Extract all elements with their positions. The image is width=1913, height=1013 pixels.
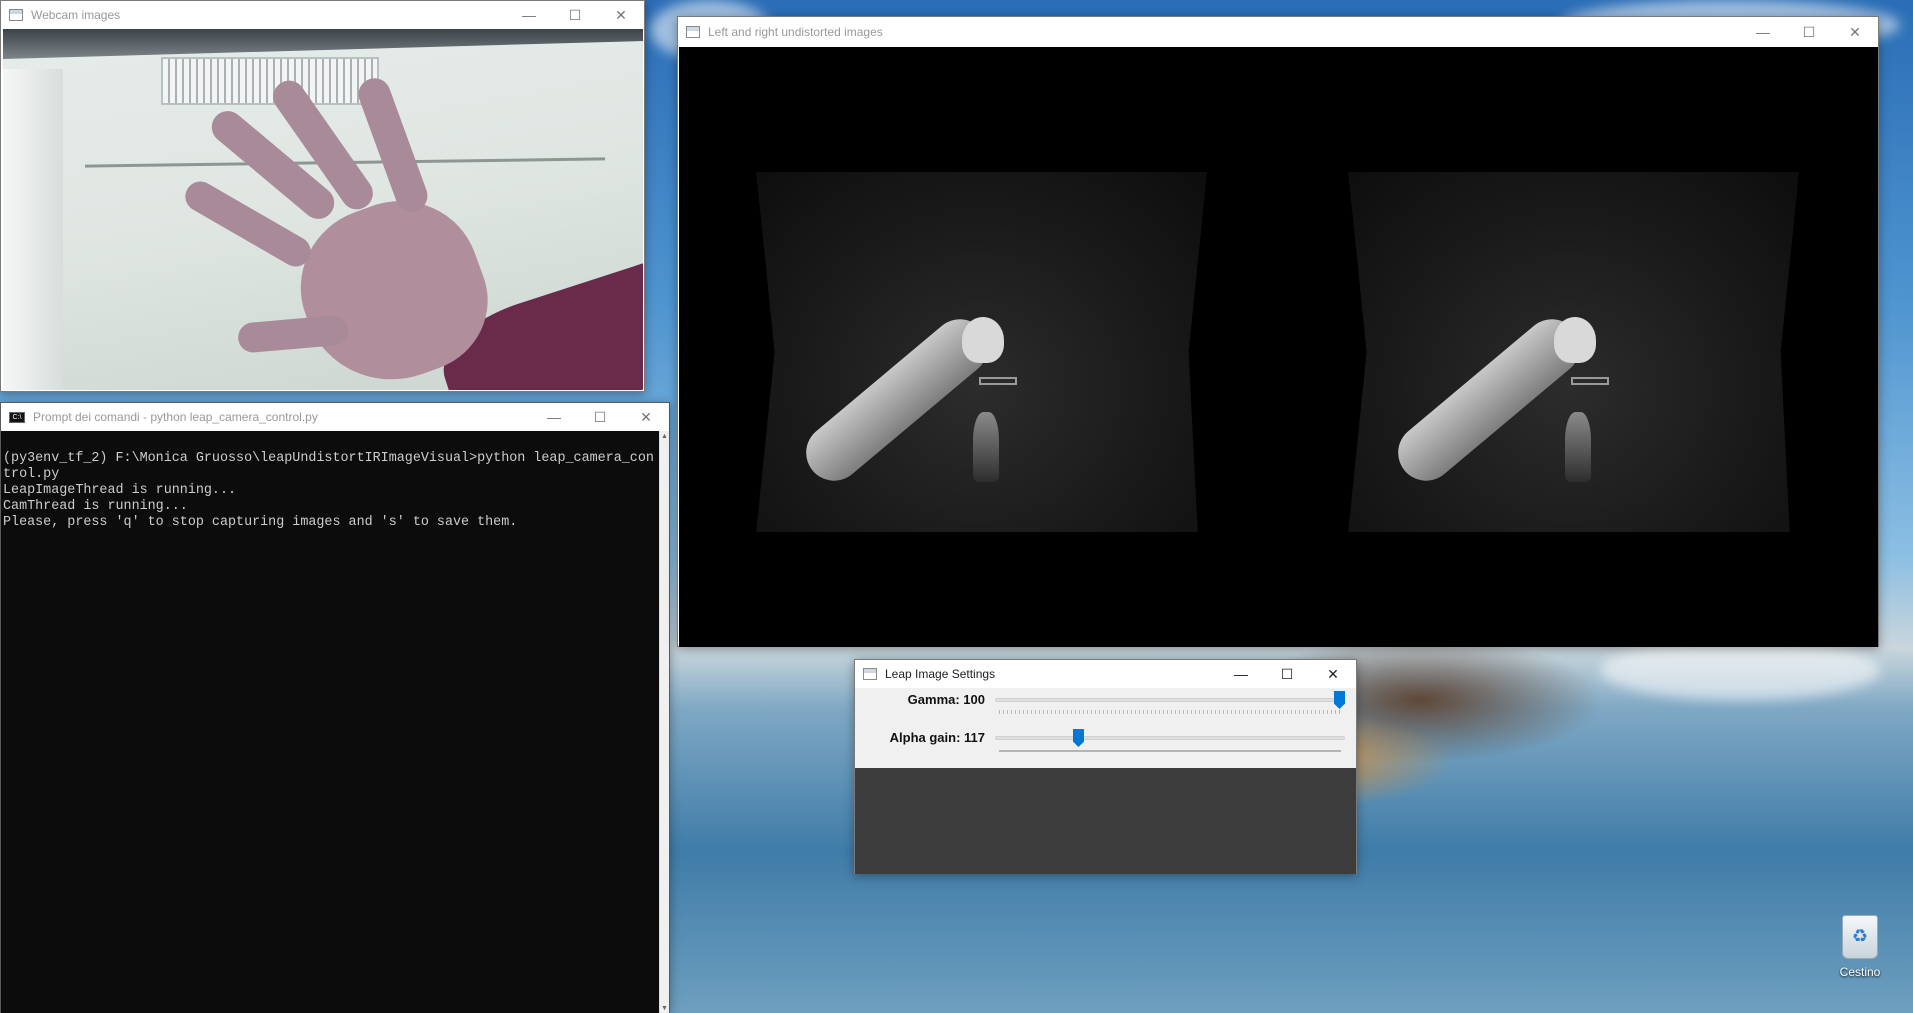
console-line: LeapImageThread is running... <box>3 483 237 498</box>
settings-window[interactable]: Leap Image Settings — ☐ ✕ Gamma: 100 Alp… <box>854 659 1357 874</box>
webcam-window[interactable]: Webcam images — ☐ ✕ <box>0 0 645 392</box>
minimize-button[interactable]: — <box>531 403 577 431</box>
webcam-wall-column <box>3 69 63 390</box>
webcam-window-title: Webcam images <box>31 8 121 22</box>
stereo-titlebar[interactable]: Left and right undistorted images — ☐ ✕ <box>678 17 1878 47</box>
gamma-trackbar[interactable] <box>995 698 1345 702</box>
settings-body: Gamma: 100 Alpha gain: 117 <box>855 688 1356 874</box>
recycle-bin-label: Cestino <box>1839 965 1881 979</box>
close-button[interactable]: ✕ <box>1832 18 1878 46</box>
cmd-window[interactable]: C:\ Prompt dei comandi - python leap_cam… <box>0 402 670 1013</box>
webcam-image <box>3 29 643 390</box>
console-line: (py3env_tf_2) F:\Monica Gruosso\leapUndi… <box>3 451 654 482</box>
console-line: CamThread is running... <box>3 499 188 514</box>
ir-hand <box>962 317 1004 363</box>
cmd-window-title: Prompt dei comandi - python leap_camera_… <box>33 410 318 424</box>
recycle-bin[interactable]: Cestino <box>1820 915 1900 979</box>
alpha-trackbar-row: Alpha gain: 117 <box>855 726 1356 764</box>
stereo-window-title: Left and right undistorted images <box>708 25 883 39</box>
scroll-up-icon[interactable]: ▲ <box>661 433 668 440</box>
ir-object <box>1565 412 1591 482</box>
gamma-trackbar-row: Gamma: 100 <box>855 688 1356 726</box>
webcam-titlebar[interactable]: Webcam images — ☐ ✕ <box>1 1 644 29</box>
maximize-button[interactable]: ☐ <box>1264 660 1310 688</box>
right-ir-image <box>1348 172 1799 532</box>
webcam-ceiling <box>3 29 643 59</box>
trackbar-panel: Gamma: 100 Alpha gain: 117 <box>855 688 1356 768</box>
stereo-window[interactable]: Left and right undistorted images — ☐ ✕ <box>677 16 1879 647</box>
gamma-label: Gamma: 100 <box>907 692 985 707</box>
wallpaper-cloud <box>1600 640 1880 700</box>
window-app-icon <box>863 668 877 680</box>
recycle-bin-icon <box>1842 915 1878 959</box>
stereo-image-canvas <box>679 47 1878 647</box>
gamma-slider-thumb[interactable] <box>1334 691 1345 709</box>
minimize-button[interactable]: — <box>1218 660 1264 688</box>
minimize-button[interactable]: — <box>1740 18 1786 46</box>
window-app-icon <box>686 26 700 38</box>
alpha-gain-ticks <box>999 750 1341 752</box>
alpha-gain-slider-thumb[interactable] <box>1072 729 1084 747</box>
left-ir-image <box>756 172 1207 532</box>
console-line: Please, press 'q' to stop capturing imag… <box>3 515 518 530</box>
close-button[interactable]: ✕ <box>1310 660 1356 688</box>
ir-object <box>1571 377 1609 385</box>
maximize-button[interactable]: ☐ <box>577 403 623 431</box>
window-app-icon <box>9 9 23 21</box>
close-button[interactable]: ✕ <box>623 403 669 431</box>
ir-hand <box>1554 317 1596 363</box>
alpha-gain-label: Alpha gain: 117 <box>889 730 985 745</box>
console-icon: C:\ <box>9 411 25 423</box>
ir-object <box>973 412 999 482</box>
minimize-button[interactable]: — <box>506 1 552 29</box>
gamma-ticks <box>999 710 1341 714</box>
ir-object <box>979 377 1017 385</box>
settings-titlebar[interactable]: Leap Image Settings — ☐ ✕ <box>855 660 1356 688</box>
cmd-titlebar[interactable]: C:\ Prompt dei comandi - python leap_cam… <box>1 403 669 431</box>
webcam-air-vent <box>161 57 379 105</box>
console-output[interactable]: (py3env_tf_2) F:\Monica Gruosso\leapUndi… <box>1 431 661 1013</box>
scroll-down-icon[interactable]: ▼ <box>661 1005 668 1012</box>
close-button[interactable]: ✕ <box>598 1 644 29</box>
maximize-button[interactable]: ☐ <box>552 1 598 29</box>
maximize-button[interactable]: ☐ <box>1786 18 1832 46</box>
alpha-gain-trackbar[interactable] <box>995 736 1345 740</box>
console-scrollbar[interactable]: ▲ ▼ <box>659 431 669 1013</box>
settings-window-title: Leap Image Settings <box>885 667 996 681</box>
